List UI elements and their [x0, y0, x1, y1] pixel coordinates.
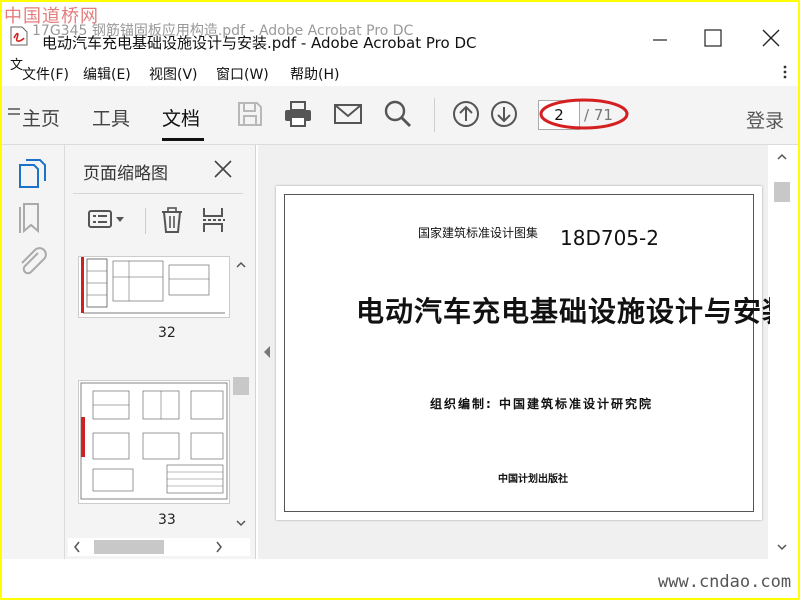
- panel-title: 页面缩略图: [83, 164, 168, 184]
- page-thumbnails-icon[interactable]: [16, 157, 48, 191]
- minimize-button[interactable]: [640, 26, 680, 54]
- navigation-rail: [2, 145, 65, 559]
- page-thumbnail[interactable]: [78, 256, 230, 318]
- thumbnail-scrollbar-thumb[interactable]: [233, 377, 249, 395]
- doc-scroll-down-icon[interactable]: [776, 542, 788, 552]
- site-url-watermark: www.cndao.com: [658, 572, 792, 592]
- menu-window[interactable]: 窗口(W): [216, 64, 269, 84]
- menu-help[interactable]: 帮助(H): [290, 64, 339, 84]
- menu-overflow-icon[interactable]: [780, 64, 790, 80]
- menu-edit[interactable]: 编辑(E): [83, 64, 131, 84]
- doc-scroll-up-icon[interactable]: [776, 152, 788, 162]
- menu-toggle-icon[interactable]: [8, 104, 22, 124]
- next-page-icon[interactable]: [488, 98, 520, 130]
- email-icon[interactable]: [332, 98, 364, 130]
- thumbnail-drawing: [80, 382, 228, 500]
- scroll-right-icon[interactable]: [214, 540, 224, 554]
- menu-bar: 文件(F) 编辑(E) 视图(V) 窗口(W) 帮助(H): [2, 60, 798, 84]
- close-panel-icon[interactable]: [211, 157, 235, 181]
- panel-tools-separator: [145, 208, 146, 234]
- print-icon[interactable]: [282, 98, 314, 130]
- save-icon[interactable]: [234, 98, 266, 130]
- menu-file[interactable]: 文件(F): [22, 64, 69, 84]
- main-toolbar: 主页 工具 文档 2 / 71 登录: [2, 86, 798, 145]
- thumbnail-drawing: [81, 257, 225, 314]
- title-bar: 17G345 钢筋锚固板应用构造.pdf - Adobe Acrobat Pro…: [2, 2, 798, 58]
- series-label: 国家建筑标准设计图集: [418, 226, 539, 240]
- thumbnail-page-number: 33: [158, 512, 176, 528]
- extract-pages-icon[interactable]: [201, 206, 227, 234]
- document-scrollbar-thumb[interactable]: [774, 182, 790, 202]
- bookmark-icon[interactable]: [16, 201, 48, 235]
- tab-home[interactable]: 主页: [22, 104, 60, 131]
- login-button[interactable]: 登录: [746, 106, 784, 133]
- document-title: 电动汽车充电基础设施设计与安装: [356, 295, 792, 328]
- thumbnail-options-icon[interactable]: [87, 208, 127, 232]
- pdf-file-icon: [10, 26, 28, 46]
- window-title: 电动汽车充电基础设施设计与安装.pdf - Adobe Acrobat Pro …: [42, 34, 477, 52]
- scroll-left-icon[interactable]: [72, 540, 82, 554]
- scroll-down-icon[interactable]: [235, 518, 247, 528]
- publisher: 中国计划出版社: [498, 474, 568, 485]
- acrobat-window: 17G345 钢筋锚固板应用构造.pdf - Adobe Acrobat Pro…: [2, 2, 798, 598]
- editor-line: 组织编制: 中国建筑标准设计研究院: [430, 397, 653, 411]
- thumbnail-page-number: 32: [158, 325, 176, 341]
- toolbar-separator: [434, 98, 435, 132]
- horizontal-scrollbar-thumb[interactable]: [94, 540, 164, 554]
- panel-toolbar: [73, 193, 243, 244]
- close-window-button[interactable]: [750, 26, 790, 54]
- menu-view[interactable]: 视图(V): [149, 64, 198, 84]
- page-thumbnail[interactable]: [78, 380, 230, 504]
- tab-document[interactable]: 文档: [162, 104, 200, 131]
- active-tab-indicator: [162, 138, 204, 141]
- page-border: [284, 194, 754, 512]
- attachment-icon[interactable]: [16, 245, 48, 279]
- tab-tools[interactable]: 工具: [92, 104, 130, 131]
- maximize-button[interactable]: [692, 26, 732, 54]
- document-scrollbar[interactable]: [770, 145, 798, 559]
- collapse-panel-icon[interactable]: [263, 346, 271, 358]
- annotation-ellipse: [539, 98, 629, 130]
- delete-icon[interactable]: [159, 206, 185, 234]
- site-watermark-logo: 中国道桥网: [4, 6, 99, 27]
- atlas-code: 18D705-2: [560, 226, 659, 250]
- search-icon[interactable]: [382, 98, 414, 130]
- scroll-up-icon[interactable]: [235, 260, 247, 270]
- previous-page-icon[interactable]: [450, 98, 482, 130]
